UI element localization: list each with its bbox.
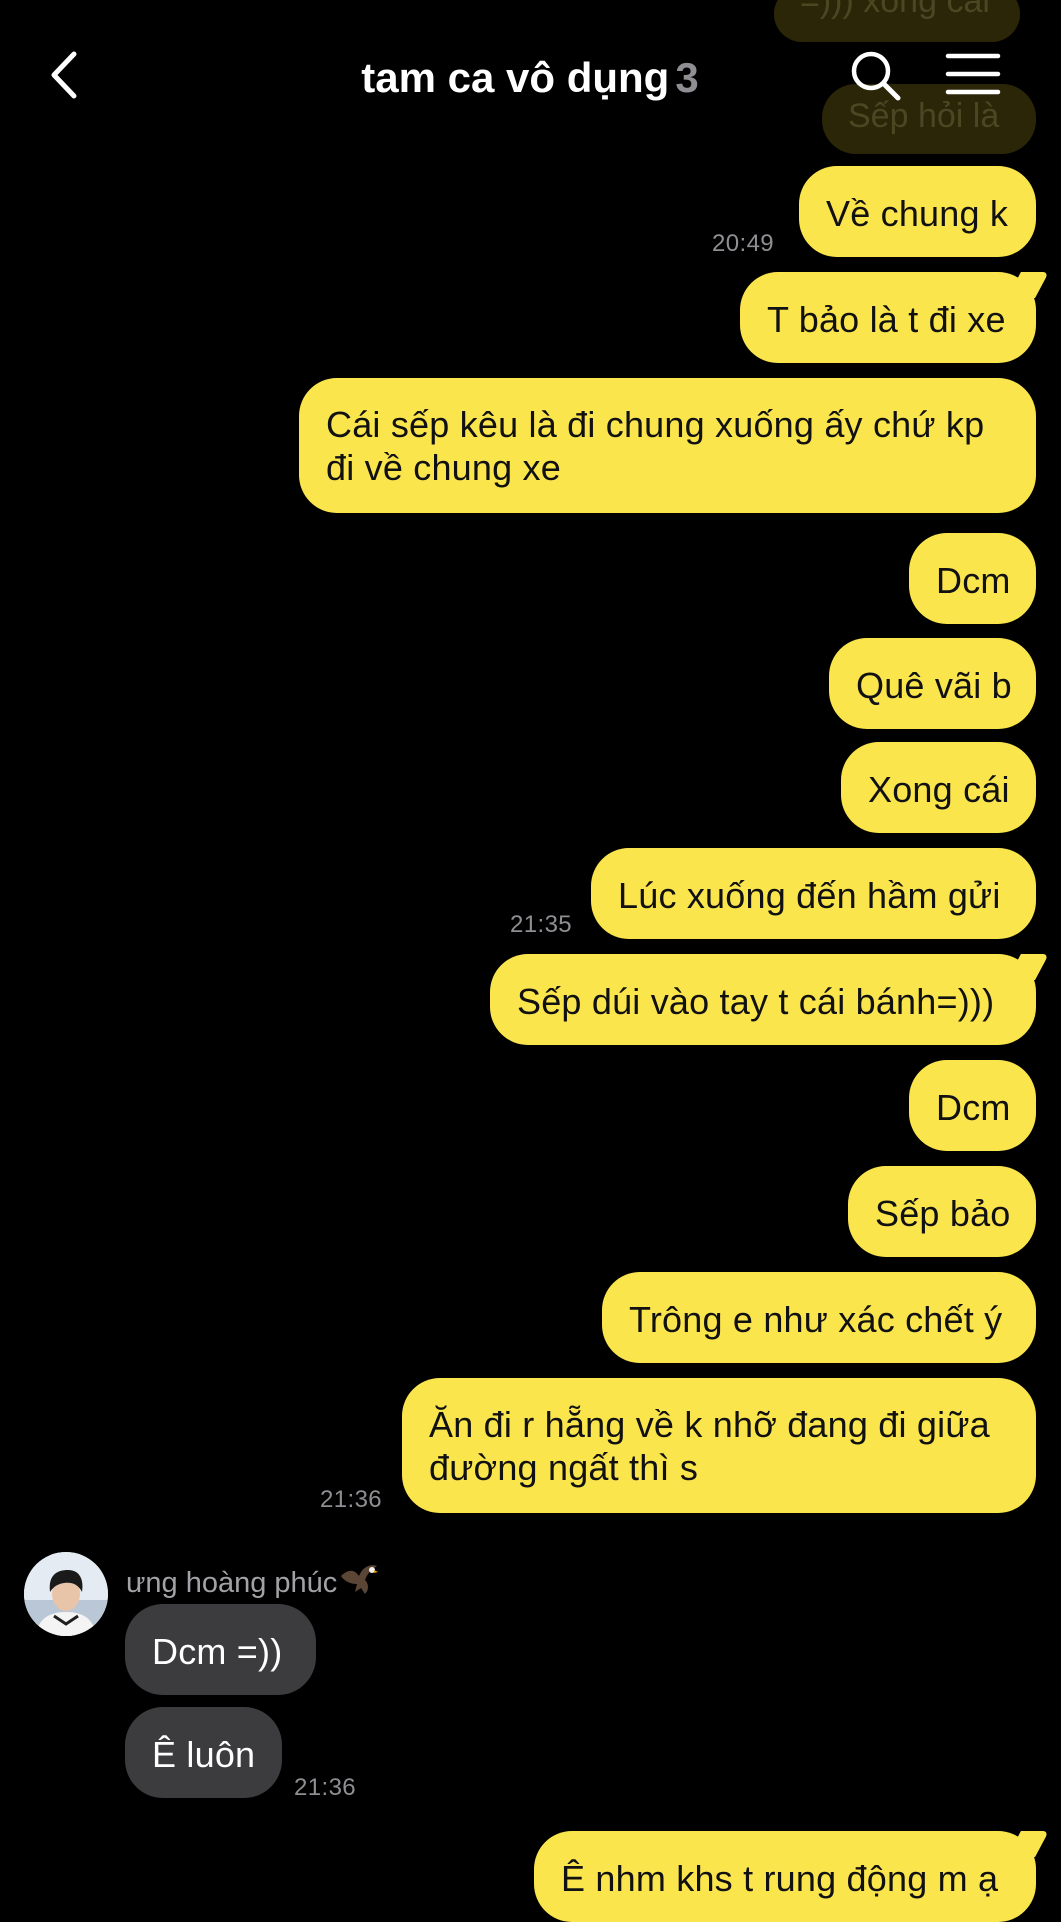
chevron-left-icon	[51, 51, 77, 99]
profile-photo-icon	[24, 1552, 108, 1636]
message-timestamp: 20:49	[712, 230, 775, 257]
search-button[interactable]	[848, 48, 904, 104]
my-message-bubble[interactable]: T bảo là t đi xe	[740, 272, 1036, 363]
my-message-bubble[interactable]: Ăn đi r hẵng về k nhỡ đang đi giữa đường…	[402, 1378, 1036, 1513]
chat-title[interactable]: tam ca vô dụng 3	[230, 50, 830, 106]
my-message-bubble[interactable]: Quê vãi b	[829, 638, 1036, 729]
my-message-bubble[interactable]: Trông e như xác chết ý	[602, 1272, 1036, 1363]
sender-name: ưng hoàng phúc	[126, 1562, 379, 1604]
my-message-bubble[interactable]: Xong cái	[841, 742, 1036, 833]
menu-button[interactable]	[944, 50, 1002, 98]
my-message-bubble[interactable]: Dcm	[909, 533, 1036, 624]
message-timestamp: 21:36	[294, 1774, 357, 1801]
back-button[interactable]	[40, 40, 96, 110]
message-timestamp: 21:35	[510, 911, 573, 938]
my-message-bubble[interactable]: Lúc xuống đến hầm gửi	[591, 848, 1036, 939]
eagle-icon	[339, 1562, 379, 1604]
my-message-bubble[interactable]: Sếp bảo	[848, 1166, 1036, 1257]
their-message-bubble[interactable]: Dcm =))	[125, 1604, 316, 1695]
their-message-bubble[interactable]: Ê luôn	[125, 1707, 282, 1798]
my-message-bubble[interactable]: Cái sếp kêu là đi chung xuống ấy chứ kp …	[299, 378, 1036, 513]
member-count: 3	[675, 54, 699, 101]
chat-thread[interactable]: =))) xong cái Sếp hỏi là Về chung k 20:4…	[0, 0, 1061, 1922]
message-timestamp: 21:36	[320, 1486, 383, 1513]
my-message-bubble[interactable]: Sếp dúi vào tay t cái bánh=)))	[490, 954, 1036, 1045]
my-message-bubble[interactable]: Ê nhm khs t rung động m ạ	[534, 1831, 1036, 1922]
search-icon	[851, 51, 901, 101]
chat-header: tam ca vô dụng 3	[0, 0, 1061, 150]
my-message-bubble[interactable]: Về chung k	[799, 166, 1036, 257]
hamburger-menu-icon	[945, 53, 1001, 95]
chat-title-text: tam ca vô dụng	[361, 54, 670, 101]
my-message-bubble[interactable]: Dcm	[909, 1060, 1036, 1151]
sender-avatar[interactable]	[24, 1552, 108, 1636]
